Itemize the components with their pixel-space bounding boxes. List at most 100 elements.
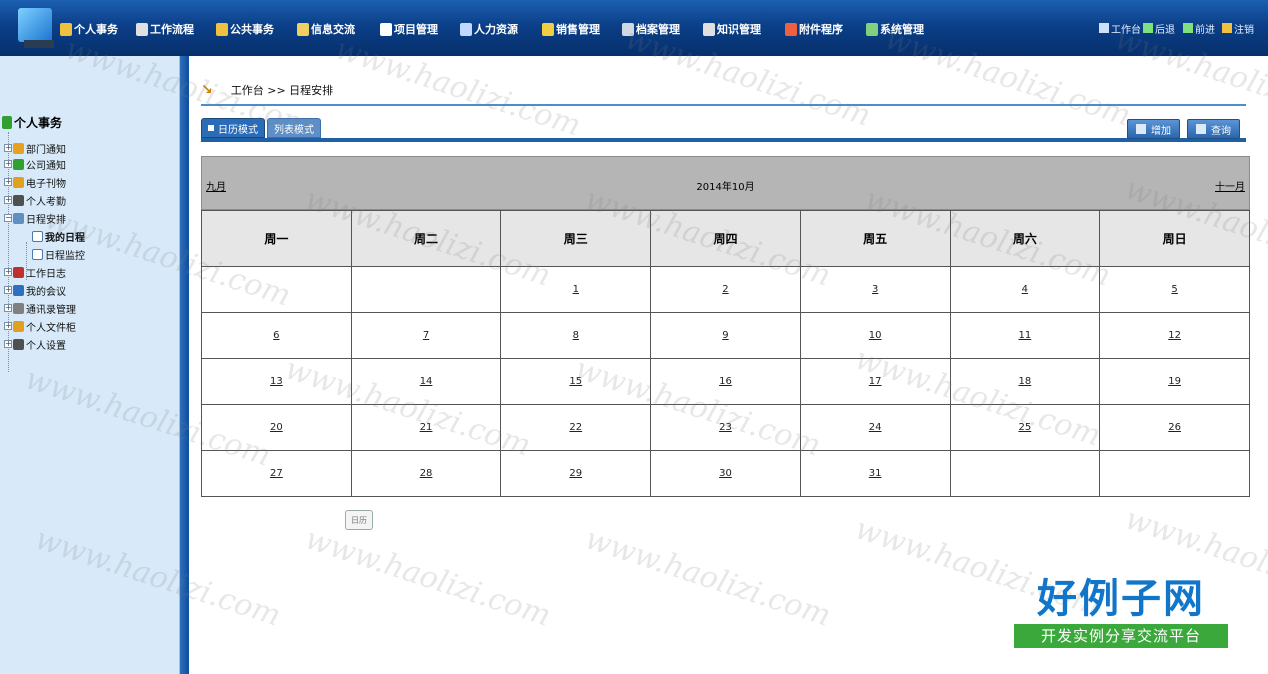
nav-item-5[interactable]: 人力资源 [460,20,518,38]
calendar-day-cell[interactable]: 27 [201,450,352,497]
expand-icon[interactable]: + [4,178,12,186]
calendar-day-link[interactable]: 17 [869,376,882,387]
calendar-day-cell[interactable]: 8 [500,312,652,359]
calendar-day-cell[interactable]: 22 [500,404,652,451]
expand-icon[interactable]: + [4,144,12,152]
calendar-day-link[interactable]: 6 [273,330,279,341]
calendar-small-button[interactable]: 日历 [345,510,373,530]
calendar-day-cell[interactable]: 5 [1099,266,1250,313]
calendar-day-link[interactable]: 22 [569,422,582,433]
calendar-day-link[interactable]: 1 [573,284,579,295]
tab-calendar-mode[interactable]: 日历模式 [201,118,265,138]
calendar-day-link[interactable]: 30 [719,468,732,479]
back-button[interactable]: 后退 [1143,20,1175,36]
calendar-day-link[interactable]: 21 [420,422,433,433]
calendar-day-link[interactable]: 18 [1019,376,1032,387]
nav-item-1[interactable]: 工作流程 [136,20,194,38]
expand-icon[interactable]: + [4,286,12,294]
calendar-day-link[interactable]: 12 [1168,330,1181,341]
expand-icon[interactable]: + [4,304,12,312]
nav-item-9[interactable]: 附件程序 [785,20,843,38]
sidebar-item-5[interactable]: 我的日程 [32,228,85,244]
nav-item-4[interactable]: 项目管理 [380,20,438,38]
calendar-day-link[interactable]: 4 [1022,284,1028,295]
search-button[interactable]: 查询 [1187,119,1240,139]
sidebar-item-9[interactable]: + 通讯录管理 [4,300,76,316]
calendar-day-cell[interactable]: 4 [949,266,1101,313]
expand-icon[interactable]: + [4,322,12,330]
calendar-day-link[interactable]: 16 [719,376,732,387]
nav-item-2[interactable]: 公共事务 [216,20,274,38]
calendar-day-cell[interactable]: 23 [650,404,801,451]
calendar-day-link[interactable]: 23 [719,422,732,433]
calendar-day-cell[interactable]: 20 [201,404,352,451]
sidebar-item-1[interactable]: + 公司通知 [4,156,66,172]
calendar-day-cell[interactable]: 7 [350,312,502,359]
calendar-day-link[interactable]: 13 [270,376,283,387]
calendar-day-cell[interactable]: 16 [650,358,801,405]
expand-icon[interactable]: + [4,196,12,204]
calendar-day-cell[interactable]: 1 [500,266,652,313]
calendar-day-cell[interactable] [201,266,352,313]
collapse-icon[interactable]: − [4,214,12,222]
calendar-day-link[interactable]: 14 [420,376,433,387]
calendar-day-cell[interactable]: 24 [799,404,951,451]
nav-item-8[interactable]: 知识管理 [703,20,761,38]
calendar-day-cell[interactable]: 19 [1099,358,1250,405]
calendar-day-cell[interactable]: 2 [650,266,801,313]
calendar-day-cell[interactable] [350,266,502,313]
calendar-day-cell[interactable]: 28 [350,450,502,497]
calendar-day-cell[interactable]: 13 [201,358,352,405]
calendar-day-cell[interactable]: 9 [650,312,801,359]
expand-icon[interactable]: + [4,160,12,168]
calendar-day-link[interactable]: 31 [869,468,882,479]
calendar-day-link[interactable]: 2 [722,284,728,295]
calendar-day-link[interactable]: 3 [872,284,878,295]
calendar-day-cell[interactable]: 25 [949,404,1101,451]
calendar-day-link[interactable]: 27 [270,468,283,479]
calendar-day-cell[interactable] [949,450,1101,497]
calendar-day-link[interactable]: 28 [420,468,433,479]
calendar-day-link[interactable]: 29 [569,468,582,479]
calendar-day-link[interactable]: 19 [1168,376,1181,387]
desk-button[interactable]: 工作台 [1099,20,1141,36]
nav-item-0[interactable]: 个人事务 [60,20,118,38]
sidebar-item-7[interactable]: + 工作日志 [4,264,66,280]
sidebar-root[interactable]: 个人事务 [2,114,62,131]
sidebar-item-2[interactable]: + 电子刊物 [4,174,66,190]
calendar-day-link[interactable]: 20 [270,422,283,433]
calendar-day-cell[interactable]: 10 [799,312,951,359]
sidebar-item-6[interactable]: 日程监控 [32,246,85,262]
calendar-day-cell[interactable]: 12 [1099,312,1250,359]
calendar-day-link[interactable]: 15 [569,376,582,387]
calendar-day-cell[interactable]: 6 [201,312,352,359]
calendar-day-link[interactable]: 24 [869,422,882,433]
calendar-day-link[interactable]: 11 [1019,330,1032,341]
forward-button[interactable]: 前进 [1183,20,1215,36]
next-month-link[interactable]: 十一月 [1215,178,1245,193]
sidebar-item-11[interactable]: + 个人设置 [4,336,66,352]
calendar-day-link[interactable]: 25 [1019,422,1032,433]
calendar-day-cell[interactable]: 31 [799,450,951,497]
calendar-day-link[interactable]: 8 [573,330,579,341]
logout-button[interactable]: 注销 [1222,20,1254,36]
calendar-day-cell[interactable]: 26 [1099,404,1250,451]
sidebar-splitter[interactable] [180,56,189,674]
sidebar-item-10[interactable]: + 个人文件柜 [4,318,76,334]
calendar-day-cell[interactable]: 15 [500,358,652,405]
calendar-day-cell[interactable]: 18 [949,358,1101,405]
calendar-day-cell[interactable]: 11 [949,312,1101,359]
nav-item-10[interactable]: 系统管理 [866,20,924,38]
calendar-day-link[interactable]: 7 [423,330,429,341]
nav-item-3[interactable]: 信息交流 [297,20,355,38]
calendar-day-cell[interactable]: 3 [799,266,951,313]
calendar-day-cell[interactable]: 21 [350,404,502,451]
add-button[interactable]: 增加 [1127,119,1180,139]
calendar-day-link[interactable]: 10 [869,330,882,341]
nav-item-7[interactable]: 档案管理 [622,20,680,38]
breadcrumb-text[interactable]: 工作台 >> 日程安排 [231,82,333,98]
calendar-day-link[interactable]: 5 [1171,284,1177,295]
calendar-day-cell[interactable] [1099,450,1250,497]
tab-list-mode[interactable]: 列表模式 [267,118,321,138]
sidebar-item-3[interactable]: + 个人考勤 [4,192,66,208]
